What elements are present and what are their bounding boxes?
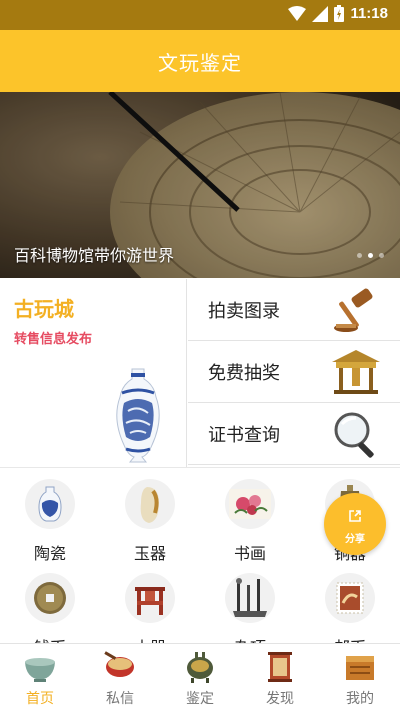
category-label: 陶瓷 xyxy=(33,544,66,563)
treasure-box-icon xyxy=(346,656,374,680)
category-jade[interactable]: 玉器 xyxy=(100,468,200,563)
auction-catalog-item[interactable]: 拍卖图录 xyxy=(188,279,400,341)
category-label: 玉器 xyxy=(133,544,166,563)
share-button[interactable]: 分享 xyxy=(324,493,386,555)
category-grid: 陶瓷 玉器 书画 铜器 钱币 木器 杂项 xyxy=(0,468,400,643)
bottom-tab-bar: 首页 私信 鉴定 发现 我的 xyxy=(0,643,400,711)
banner-caption: 百科博物馆带你游世界 xyxy=(14,246,175,265)
category-stamps[interactable]: 邮币 xyxy=(300,562,400,643)
certificate-query-label: 证书查询 xyxy=(208,424,280,446)
tab-label: 我的 xyxy=(346,691,374,707)
page-title: 文玩鉴定 xyxy=(158,50,242,75)
tab-home[interactable]: 首页 xyxy=(0,644,80,711)
porcelain-vase-icon xyxy=(25,479,75,529)
carousel-dot[interactable] xyxy=(357,253,362,258)
certificate-query-item[interactable]: 证书查询 xyxy=(188,403,400,465)
category-label: 木器 xyxy=(100,634,200,643)
coin-icon xyxy=(25,573,75,623)
promo-section: 古玩城 转售信息发布 拍卖图录 免费抽奖 证书查询 xyxy=(0,279,400,467)
gavel-icon xyxy=(334,288,373,332)
magnifier-icon xyxy=(334,412,374,458)
drum-icon xyxy=(104,651,134,677)
category-woodwork[interactable]: 木器 xyxy=(100,562,200,643)
carousel-dot-active[interactable] xyxy=(368,253,373,258)
antique-market-subtitle: 转售信息发布 xyxy=(14,332,93,347)
status-icons: 11:18 xyxy=(288,5,388,22)
category-label: 钱币 xyxy=(0,634,100,643)
signal-icon xyxy=(312,5,329,22)
category-coins[interactable]: 钱币 xyxy=(0,562,100,643)
carousel-indicator xyxy=(357,253,384,258)
share-label: 分享 xyxy=(345,534,365,545)
carousel-dot[interactable] xyxy=(379,253,384,258)
tab-label: 发现 xyxy=(266,691,294,707)
antique-market-card[interactable]: 古玩城 转售信息发布 xyxy=(0,279,187,467)
jade-icon xyxy=(125,479,175,529)
tab-label: 私信 xyxy=(106,691,134,707)
free-lottery-label: 免费抽奖 xyxy=(208,362,280,384)
auction-catalog-label: 拍卖图录 xyxy=(208,300,280,322)
wooden-chair-icon xyxy=(125,573,175,623)
category-label: 书画 xyxy=(233,544,266,563)
wifi-icon xyxy=(288,5,307,21)
peony-painting-icon xyxy=(225,479,275,529)
stamp-icon xyxy=(325,573,375,623)
battery-icon xyxy=(334,5,345,22)
banner-carousel[interactable]: 百科博物馆带你游世界 xyxy=(0,92,400,278)
category-porcelain[interactable]: 陶瓷 xyxy=(0,468,100,563)
share-icon xyxy=(349,510,361,522)
category-painting[interactable]: 书画 xyxy=(200,468,300,563)
lantern-icon xyxy=(268,652,292,682)
misc-tools-icon xyxy=(225,573,275,623)
tab-label: 鉴定 xyxy=(186,691,214,707)
status-bar: 11:18 xyxy=(0,0,400,30)
tab-profile[interactable]: 我的 xyxy=(320,644,400,711)
tab-discover[interactable]: 发现 xyxy=(240,644,320,711)
free-lottery-item[interactable]: 免费抽奖 xyxy=(188,341,400,403)
blue-white-vase-image xyxy=(116,368,160,463)
tab-messages[interactable]: 私信 xyxy=(80,644,160,711)
category-label: 邮币 xyxy=(300,634,400,643)
category-misc[interactable]: 杂项 xyxy=(200,562,300,643)
clock-time: 11:18 xyxy=(350,5,388,22)
tab-label: 首页 xyxy=(26,691,54,707)
ding-vessel-icon xyxy=(187,652,213,683)
app-header: 文玩鉴定 xyxy=(0,30,400,92)
pavilion-icon xyxy=(332,350,380,394)
tab-appraisal[interactable]: 鉴定 xyxy=(160,644,240,711)
antique-market-title: 古玩城 xyxy=(14,297,74,321)
bowl-icon xyxy=(25,658,55,682)
promo-links: 拍卖图录 免费抽奖 证书查询 xyxy=(188,279,400,467)
category-label: 杂项 xyxy=(200,634,300,643)
